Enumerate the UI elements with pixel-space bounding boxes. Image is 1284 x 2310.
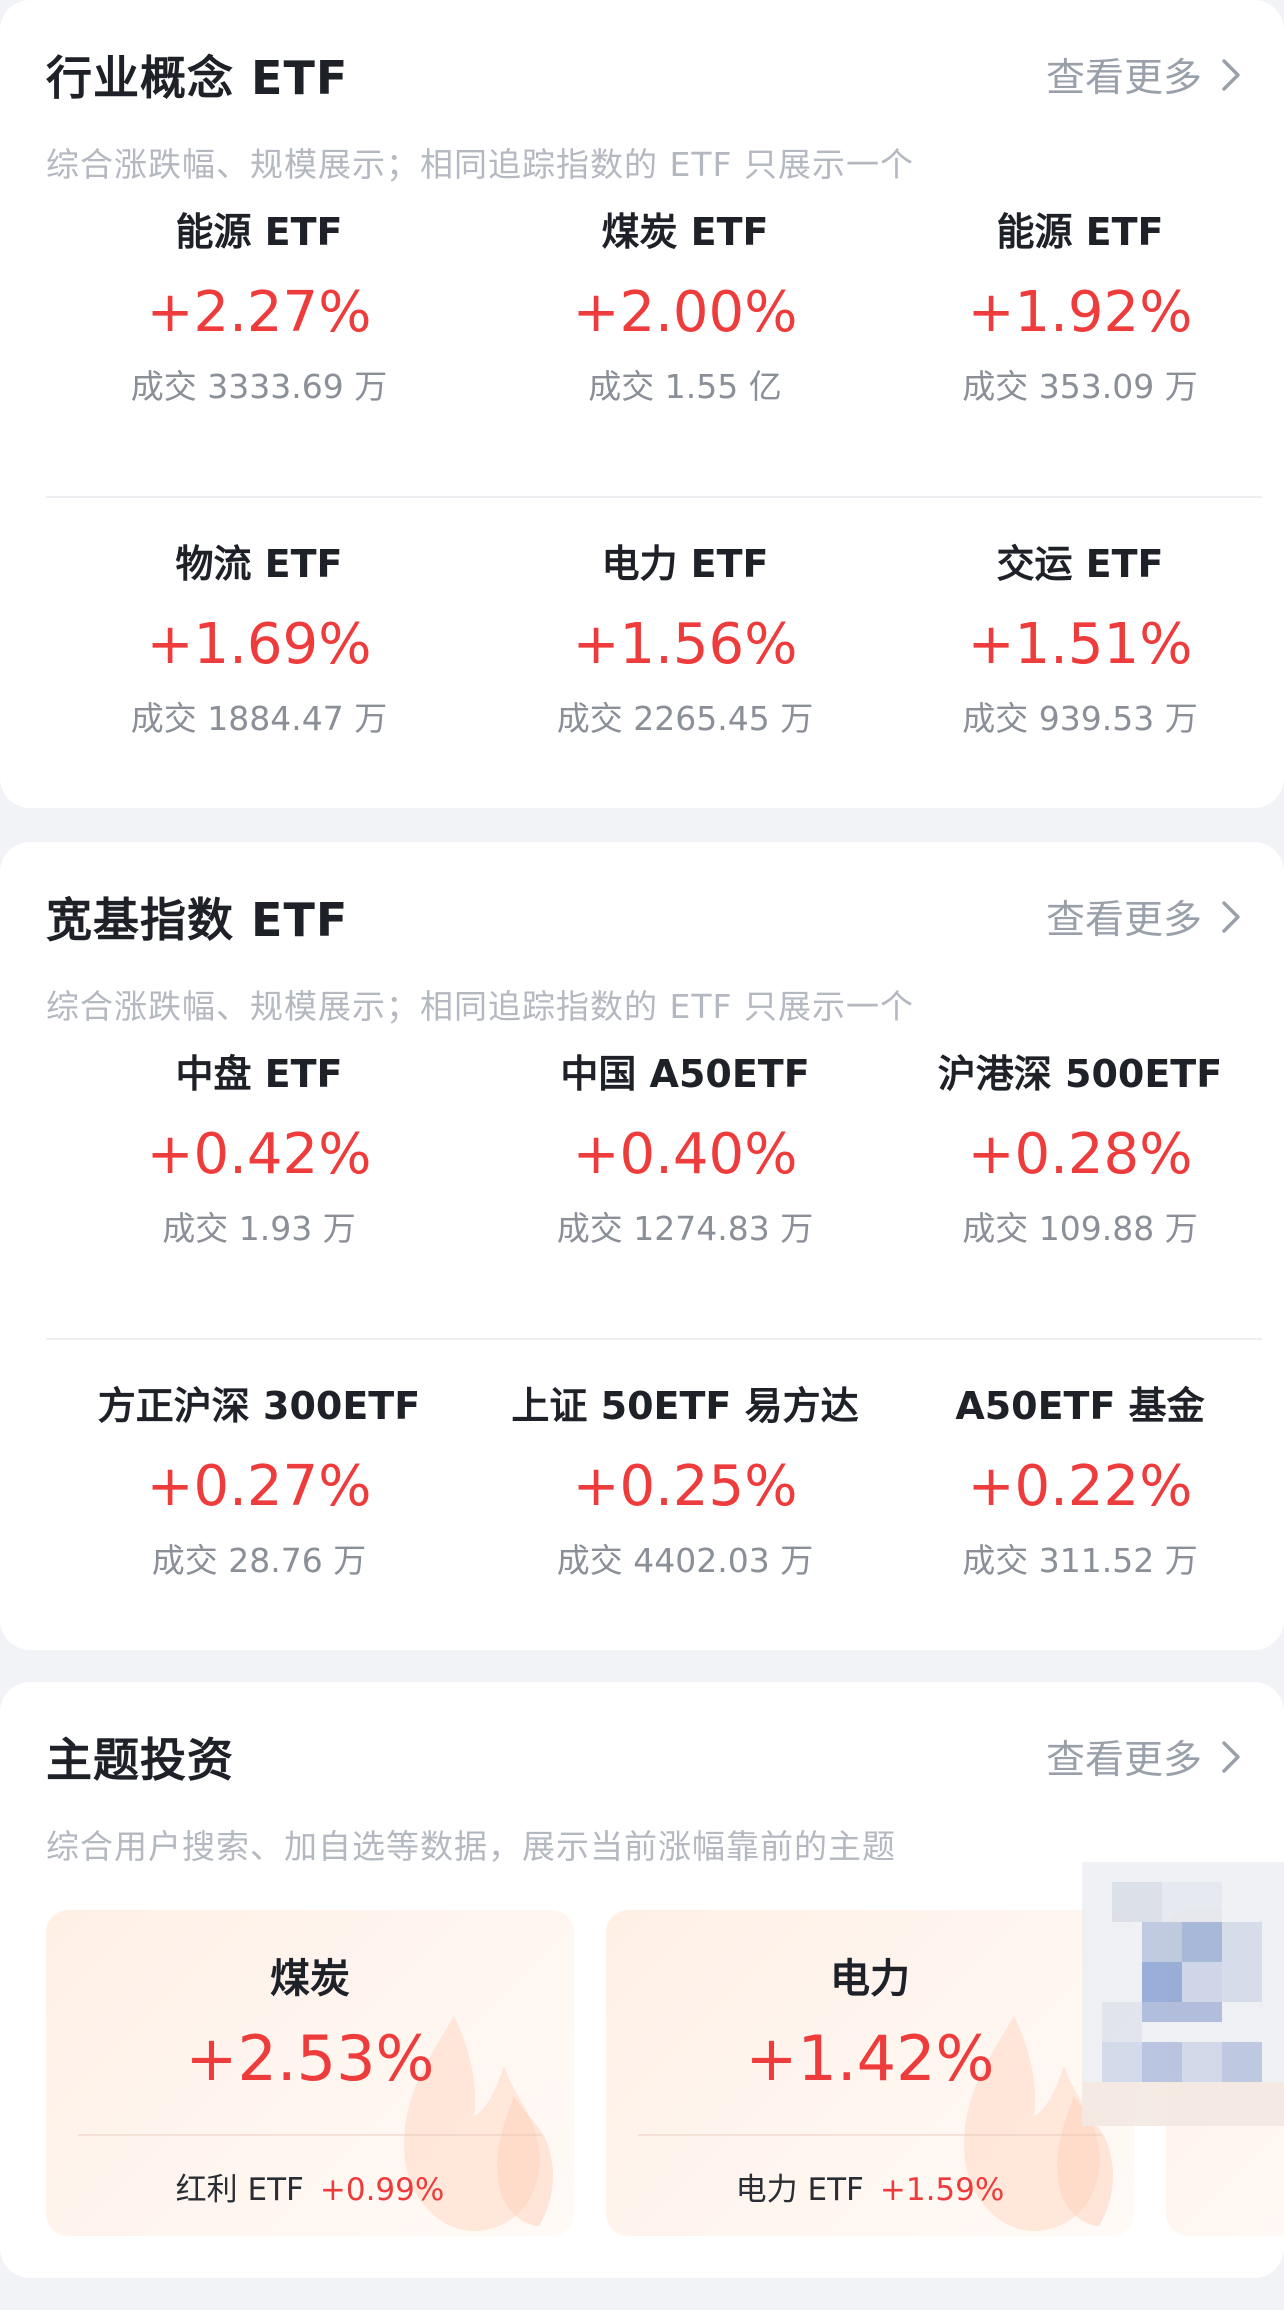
etf-volume: 成交 1.93 万: [162, 1209, 356, 1248]
etf-tile[interactable]: 交运 ETF +1.51% 成交 939.53 万: [898, 498, 1262, 808]
more-label: 查看更多: [1045, 898, 1202, 943]
etf-change: +0.40%: [572, 1122, 798, 1187]
grid-row: 方正沪深 300ETF +0.27% 成交 28.76 万 上证 50ETF 易…: [46, 1338, 1262, 1650]
etf-change: +0.42%: [146, 1122, 372, 1187]
etf-tile[interactable]: 沪港深 500ETF +0.28% 成交 109.88 万: [898, 1048, 1262, 1338]
etf-tile[interactable]: 中国 A50ETF +0.40% 成交 1274.83 万: [472, 1048, 898, 1338]
broad-index-etf-card: 宽基指数 ETF 查看更多 综合涨跌幅、规模展示；相同追踪指数的 ETF 只展示…: [0, 842, 1284, 1650]
etf-volume: 成交 1.55 亿: [588, 367, 782, 406]
etf-tile[interactable]: 能源 ETF +2.27% 成交 3333.69 万: [46, 206, 472, 496]
etf-name: 物流 ETF: [175, 542, 343, 586]
grid-row: 中盘 ETF +0.42% 成交 1.93 万 中国 A50ETF +0.40%…: [46, 1048, 1262, 1338]
etf-volume: 成交 28.76 万: [151, 1541, 367, 1580]
theme-name: 煤炭: [270, 1956, 350, 2002]
etf-change: +1.51%: [967, 612, 1193, 677]
etf-volume: 成交 109.88 万: [962, 1209, 1198, 1248]
theme-divider: [638, 2134, 1102, 2136]
related-etf-name: 红利 ETF: [175, 2172, 304, 2208]
etf-name: 中盘 ETF: [175, 1052, 343, 1096]
theme-change: +2.53%: [185, 2022, 435, 2095]
etf-change: +0.27%: [146, 1454, 372, 1519]
broad-index-etf-more-button[interactable]: 查看更多: [1046, 889, 1248, 945]
related-etf-change: +0.99%: [319, 2172, 445, 2208]
etf-tile[interactable]: 中盘 ETF +0.42% 成交 1.93 万: [46, 1048, 472, 1338]
etf-change: +0.28%: [967, 1122, 1193, 1187]
etf-change: +1.56%: [572, 612, 798, 677]
broad-index-etf-subtitle: 综合涨跌幅、规模展示；相同追踪指数的 ETF 只展示一个: [46, 987, 914, 1026]
etf-volume: 成交 4402.03 万: [556, 1541, 814, 1580]
broad-index-etf-title: 宽基指数 ETF: [46, 893, 349, 947]
theme-change: +1.42%: [745, 2022, 995, 2095]
etf-tile[interactable]: 电力 ETF +1.56% 成交 2265.45 万: [472, 498, 898, 808]
etf-name: 中国 A50ETF: [560, 1052, 810, 1096]
etf-name: 能源 ETF: [996, 210, 1164, 254]
etf-tile[interactable]: 上证 50ETF 易方达 +0.25% 成交 4402.03 万: [472, 1340, 898, 1650]
etf-change: +2.00%: [572, 280, 798, 345]
etf-name: 交运 ETF: [996, 542, 1164, 586]
more-label: 查看更多: [1045, 56, 1202, 101]
etf-name: 能源 ETF: [175, 210, 343, 254]
etf-name: 电力 ETF: [601, 542, 769, 586]
theme-investment-subtitle: 综合用户搜索、加自选等数据，展示当前涨幅靠前的主题: [46, 1827, 896, 1866]
grid-row: 能源 ETF +2.27% 成交 3333.69 万 煤炭 ETF +2.00%…: [46, 206, 1262, 496]
etf-name: 方正沪深 300ETF: [97, 1384, 421, 1428]
chevron-right-icon: [1222, 901, 1240, 933]
etf-change: +1.92%: [967, 280, 1193, 345]
theme-divider: [78, 2134, 542, 2136]
etf-volume: 成交 1884.47 万: [130, 699, 388, 738]
etf-volume: 成交 939.53 万: [962, 699, 1198, 738]
more-label: 查看更多: [1045, 1738, 1202, 1783]
etf-name: 上证 50ETF 易方达: [511, 1384, 859, 1428]
industry-etf-title: 行业概念 ETF: [46, 51, 349, 105]
etf-name: 煤炭 ETF: [601, 210, 769, 254]
theme-name: 电力: [830, 1956, 910, 2002]
industry-etf-grid: 能源 ETF +2.27% 成交 3333.69 万 煤炭 ETF +2.00%…: [46, 206, 1262, 808]
etf-name: A50ETF 基金: [955, 1384, 1205, 1428]
chevron-right-icon: [1222, 1741, 1240, 1773]
etf-tile[interactable]: 煤炭 ETF +2.00% 成交 1.55 亿: [472, 206, 898, 496]
etf-change: +2.27%: [146, 280, 372, 345]
pixelated-overlay: [1082, 1862, 1284, 2126]
etf-tile[interactable]: 物流 ETF +1.69% 成交 1884.47 万: [46, 498, 472, 808]
etf-change: +0.25%: [572, 1454, 798, 1519]
etf-name: 沪港深 500ETF: [937, 1052, 1223, 1096]
theme-card-coal[interactable]: 煤炭 +2.53% 红利 ETF +0.99%: [46, 1910, 574, 2236]
etf-volume: 成交 1274.83 万: [556, 1209, 814, 1248]
industry-etf-subtitle: 综合涨跌幅、规模展示；相同追踪指数的 ETF 只展示一个: [46, 145, 914, 184]
etf-volume: 成交 2265.45 万: [556, 699, 814, 738]
broad-index-etf-header: 宽基指数 ETF 查看更多: [46, 882, 1248, 952]
etf-tile[interactable]: 能源 ETF +1.92% 成交 353.09 万: [898, 206, 1262, 496]
theme-investment-header: 主题投资 查看更多: [46, 1722, 1248, 1792]
etf-change: +0.22%: [967, 1454, 1193, 1519]
etf-volume: 成交 3333.69 万: [130, 367, 388, 406]
etf-volume: 成交 311.52 万: [962, 1541, 1198, 1580]
chevron-right-icon: [1222, 59, 1240, 91]
etf-tile[interactable]: 方正沪深 300ETF +0.27% 成交 28.76 万: [46, 1340, 472, 1650]
theme-investment-more-button[interactable]: 查看更多: [1046, 1729, 1248, 1785]
industry-etf-card: 行业概念 ETF 查看更多 综合涨跌幅、规模展示；相同追踪指数的 ETF 只展示…: [0, 0, 1284, 808]
theme-related-etf: 电力 ETF +1.59%: [606, 2164, 1134, 2209]
grid-row: 物流 ETF +1.69% 成交 1884.47 万 电力 ETF +1.56%…: [46, 496, 1262, 808]
theme-investment-title: 主题投资: [46, 1733, 234, 1787]
theme-card-power[interactable]: 电力 +1.42% 电力 ETF +1.59%: [606, 1910, 1134, 2236]
etf-tile[interactable]: A50ETF 基金 +0.22% 成交 311.52 万: [898, 1340, 1262, 1650]
related-etf-change: +1.59%: [879, 2172, 1005, 2208]
etf-volume: 成交 353.09 万: [962, 367, 1198, 406]
related-etf-name: 电力 ETF: [735, 2172, 864, 2208]
industry-etf-header: 行业概念 ETF 查看更多: [46, 40, 1248, 110]
industry-etf-more-button[interactable]: 查看更多: [1046, 47, 1248, 103]
etf-change: +1.69%: [146, 612, 372, 677]
broad-index-etf-grid: 中盘 ETF +0.42% 成交 1.93 万 中国 A50ETF +0.40%…: [46, 1048, 1262, 1650]
theme-related-etf: 红利 ETF +0.99%: [46, 2164, 574, 2209]
